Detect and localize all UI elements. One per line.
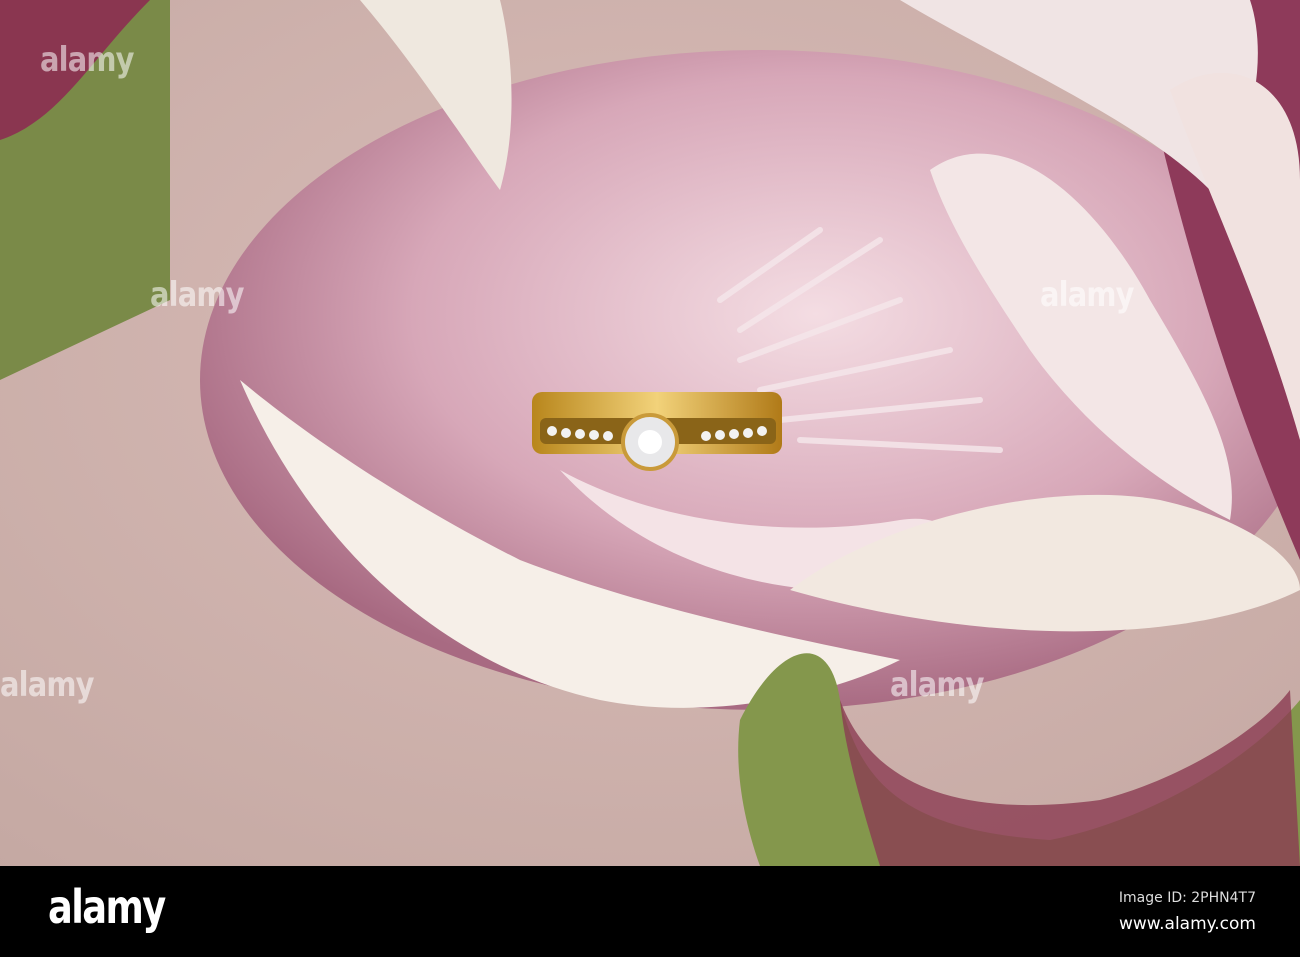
alamy-logo: alamy	[48, 880, 166, 934]
site-url: www.alamy.com	[1118, 914, 1256, 934]
photo-ring-in-magnolia: alamy alamy alamy alamy alamy	[0, 0, 1300, 866]
photo-illustration	[0, 0, 1300, 866]
footer-bar: alamy Image ID: 2PHN4T7 www.alamy.com	[0, 866, 1300, 957]
watermark: alamy	[1040, 275, 1134, 315]
image-id: Image ID: 2PHN4T7	[1118, 890, 1256, 906]
watermark: alamy	[0, 665, 94, 705]
watermark: alamy	[150, 275, 244, 315]
watermark: alamy	[890, 665, 984, 705]
watermark: alamy	[40, 40, 134, 80]
